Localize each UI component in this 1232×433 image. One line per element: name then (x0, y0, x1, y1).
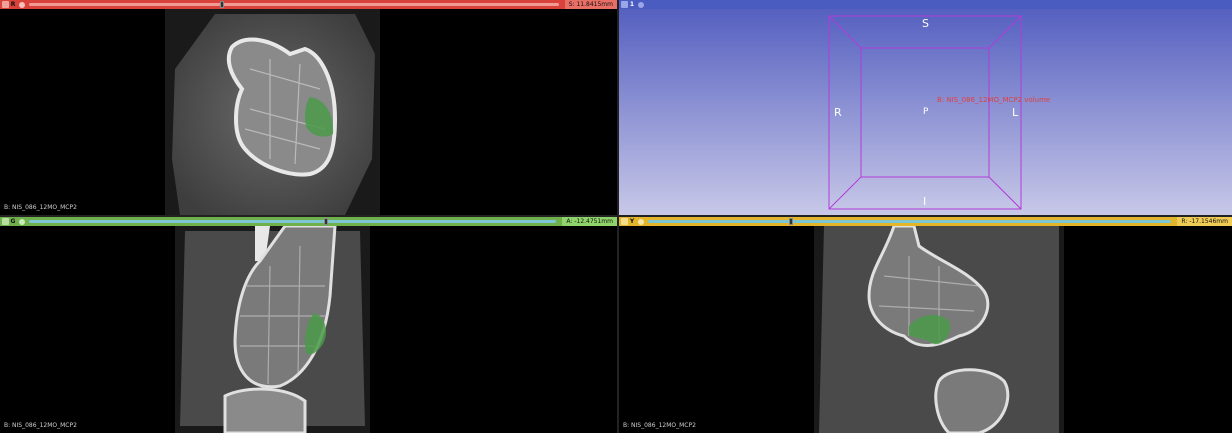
yellow-slice-controller-bar: Y R: -17.1546mm (619, 217, 1232, 226)
orientation-S: S (922, 17, 929, 30)
threeD-view[interactable]: 1 S R P L I B: NIS_086_12MO_MCP2 volume (619, 0, 1232, 215)
yellow-slice-view[interactable]: Y R: -17.1546mm B: NIS_086_12MO_MCP2 (619, 217, 1232, 433)
view-number: 1 (629, 1, 635, 8)
red-slice-view[interactable]: R S: 11.8415mm B: NIS_086_12MO_MCP2 (0, 0, 617, 215)
slice-slider[interactable] (648, 218, 1172, 225)
orientation-I: I (923, 195, 927, 208)
ct-slice-axial (165, 9, 380, 215)
volume-label: B: NIS_086_12MO_MCP2 (4, 422, 77, 429)
yellow-slice-image[interactable] (619, 224, 1232, 433)
pin-icon[interactable] (621, 218, 628, 225)
green-slice-image[interactable] (0, 224, 617, 433)
volume-label: B: NIS_086_12MO_MCP2 (4, 204, 77, 211)
slice-slider[interactable] (29, 1, 559, 8)
view-letter: R (10, 1, 16, 8)
slice-offset-value[interactable]: S: 11.8415mm (564, 0, 617, 9)
eye-icon[interactable] (638, 1, 644, 8)
ct-slice-coronal (175, 224, 370, 433)
red-slice-controller-bar: R S: 11.8415mm (0, 0, 617, 9)
slice-slider[interactable] (29, 218, 557, 225)
slice-offset-value[interactable]: A: -12.4751mm (562, 217, 617, 226)
eye-icon[interactable] (638, 218, 644, 225)
eye-icon[interactable] (19, 218, 25, 225)
view-letter: Y (629, 218, 635, 225)
ct-slice-sagittal (814, 224, 1064, 433)
pin-icon[interactable] (2, 218, 9, 225)
pin-icon[interactable] (621, 1, 628, 8)
green-slice-view[interactable]: G A: -12.4751mm B: NIS_086_12MO_MCP2 (0, 217, 617, 433)
threeD-controller-bar: 1 (619, 0, 1232, 9)
orientation-P: P (923, 107, 929, 117)
pin-icon[interactable] (2, 1, 9, 8)
orientation-L: L (1012, 106, 1019, 119)
slice-offset-value[interactable]: R: -17.1546mm (1177, 217, 1232, 226)
slider-handle[interactable] (219, 1, 224, 8)
slider-handle[interactable] (324, 218, 329, 225)
view-letter: G (10, 218, 16, 225)
threeD-render-area[interactable]: S R P L I B: NIS_086_12MO_MCP2 volume (619, 9, 1232, 215)
orientation-R: R (834, 106, 842, 119)
eye-icon[interactable] (19, 1, 25, 8)
slider-handle[interactable] (789, 218, 794, 225)
volume-label: B: NIS_086_12MO_MCP2 (623, 422, 696, 429)
green-slice-controller-bar: G A: -12.4751mm (0, 217, 617, 226)
red-slice-image[interactable] (0, 9, 617, 215)
volume-annotation: B: NIS_086_12MO_MCP2 volume (937, 96, 1051, 104)
